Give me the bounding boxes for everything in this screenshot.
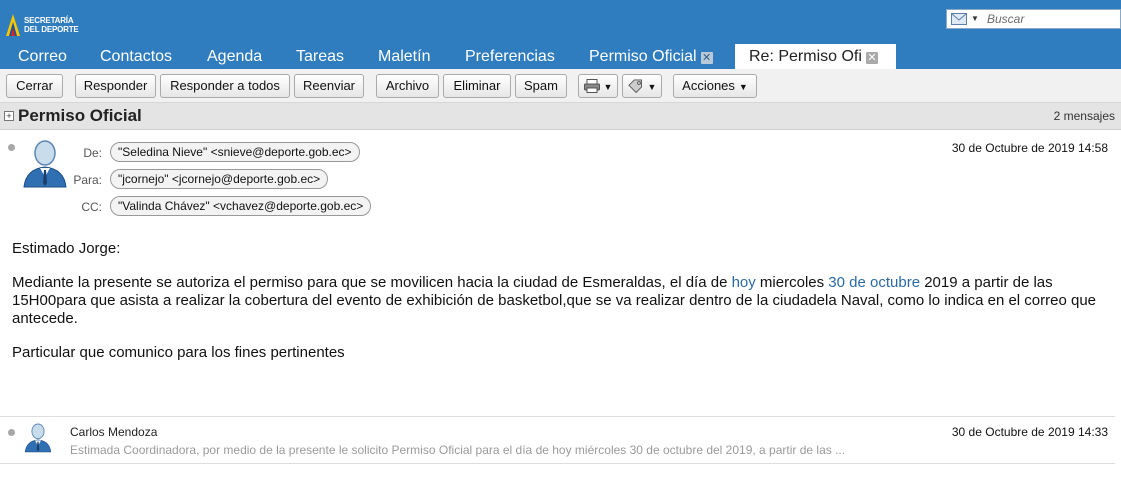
app-tabs: Correo Contactos Agenda Tareas Maletín P… [0,44,1121,69]
message-toolbar: Cerrar Responder Responder a todos Reenv… [0,69,1121,103]
close-tab-icon[interactable]: ✕ [865,52,878,64]
mail-icon[interactable] [951,13,967,25]
chevron-down-icon: ▼ [647,82,657,92]
tab-label: Maletín [378,48,431,65]
flag-logo-icon [6,14,20,36]
actions-button[interactable]: Acciones ▼ [673,74,757,98]
reply-all-button[interactable]: Responder a todos [160,74,290,98]
body-text: miercoles [755,274,829,291]
tab-agenda[interactable]: Agenda [193,44,276,69]
date-link[interactable]: 30 de octubre [828,274,920,291]
body-paragraph: Mediante la presente se autoriza el perm… [12,274,1107,328]
print-button[interactable]: ▼ [578,74,618,98]
cc-label: CC: [81,200,102,214]
printer-icon [583,79,600,93]
tab-label: Re: Permiso Ofi [749,48,862,65]
chevron-down-icon: ▼ [603,82,613,92]
sender-name: Carlos Mendoza [70,425,158,439]
body-text: Mediante la presente se autoriza el perm… [12,274,732,291]
avatar [24,423,52,453]
message-snippet: Estimada Coordinadora, por medio de la p… [70,443,846,457]
to-address-bubble[interactable]: "jcornejo" <jcornejo@deporte.gob.ec> [110,169,329,189]
brand-logo[interactable]: SECRETARÍA DEL DEPORTE [0,4,110,40]
tab-label: Agenda [207,48,263,65]
expand-icon[interactable]: + [4,111,14,121]
tab-label: Permiso Oficial [589,48,697,65]
brand-line-1: SECRETARÍA [24,16,74,25]
message-count: 2 mensajes [1053,109,1115,123]
search-input[interactable] [987,12,1117,26]
date-link[interactable]: hoy [732,274,756,291]
read-status-icon[interactable] [8,144,15,151]
search-box: ▼ [946,9,1121,29]
collapsed-message[interactable]: Carlos Mendoza 30 de Octubre de 2019 14:… [0,416,1115,464]
close-button[interactable]: Cerrar [6,74,63,98]
spam-button[interactable]: Spam [515,74,567,98]
closing: Particular que comunico para los fines p… [12,344,345,361]
cc-address-bubble[interactable]: "Valinda Chávez" <vchavez@deporte.gob.ec… [110,196,372,216]
greeting: Estimado Jorge: [12,240,121,257]
reply-button[interactable]: Responder [75,74,156,98]
from-label: De: [83,146,102,160]
search-type-dropdown-icon[interactable]: ▼ [971,14,979,23]
archive-button[interactable]: Archivo [376,74,439,98]
brand-line-2: DEL DEPORTE [24,25,79,34]
close-tab-icon[interactable]: ✕ [700,52,713,64]
from-address-bubble[interactable]: "Seledina Nieve" <snieve@deporte.gob.ec> [110,142,360,162]
tab-label: Preferencias [465,48,555,65]
message-body: Estimado Jorge: Mediante la presente se … [12,240,1107,378]
forward-button[interactable]: Reenviar [294,74,364,98]
delete-button[interactable]: Eliminar [443,74,511,98]
conversation-subject: Permiso Oficial [18,106,142,125]
message-date: 30 de Octubre de 2019 14:33 [951,425,1108,439]
tab-re-permiso-oficial[interactable]: Re: Permiso Ofi ✕ [735,44,896,69]
read-status-icon[interactable] [8,429,15,436]
tab-preferencias[interactable]: Preferencias [451,44,569,69]
actions-label: Acciones [682,78,735,93]
tag-button[interactable]: ▼ [622,74,662,98]
tag-icon [627,79,642,94]
tab-contactos[interactable]: Contactos [86,44,186,69]
tab-label: Correo [18,48,67,65]
tab-maletin[interactable]: Maletín [364,44,444,69]
tab-label: Contactos [100,48,173,65]
tab-permiso-oficial[interactable]: Permiso Oficial ✕ [575,44,727,69]
chevron-down-icon: ▼ [738,82,748,92]
to-label: Para: [73,173,102,187]
tab-correo[interactable]: Correo [4,44,81,69]
conversation-header: + Permiso Oficial 2 mensajes [0,103,1121,130]
app-header: SECRETARÍA DEL DEPORTE ▼ [0,0,1121,44]
tab-label: Tareas [296,48,345,65]
tab-tareas[interactable]: Tareas [282,44,358,69]
message-date: 30 de Octubre de 2019 14:58 [951,141,1108,155]
